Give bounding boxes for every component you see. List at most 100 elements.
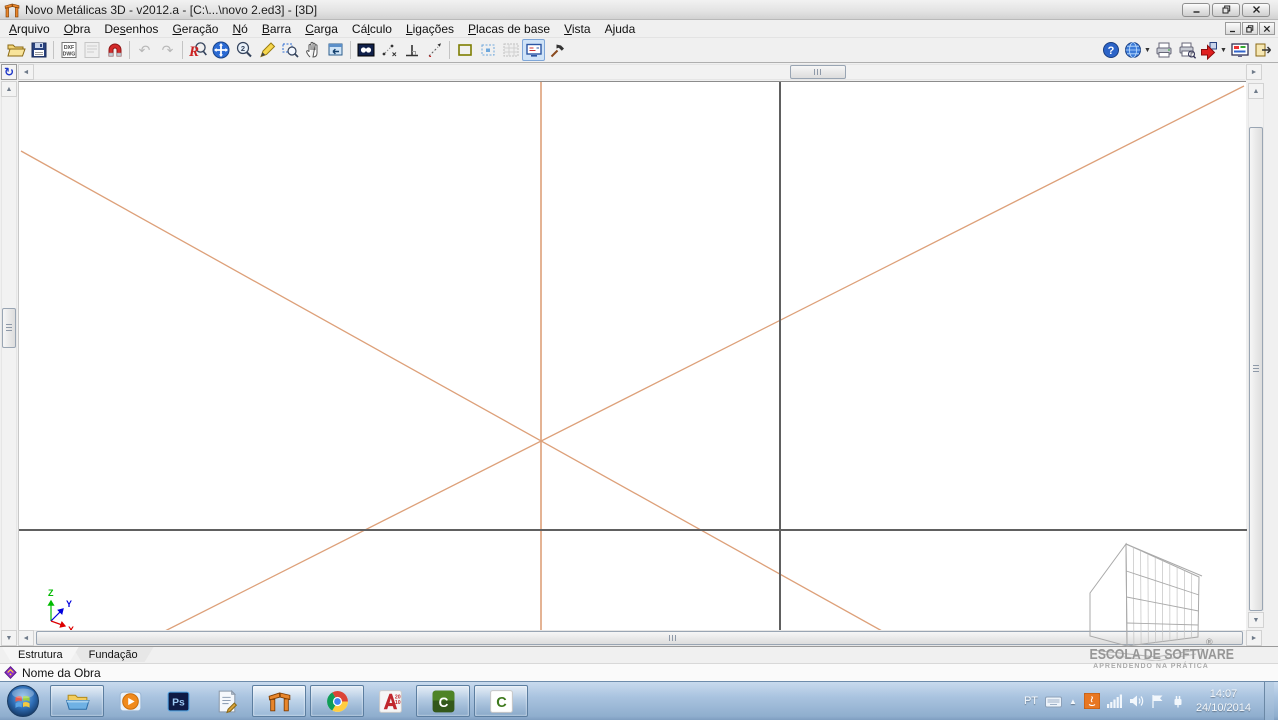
mdi-minimize-button[interactable] [1225, 22, 1241, 35]
perpendicular-tool-button[interactable] [400, 39, 423, 61]
vscroll-right-up-arrow[interactable]: ▲ [1248, 83, 1264, 99]
zoom-window-button[interactable] [278, 39, 301, 61]
export-image-button[interactable]: ▼ [1198, 39, 1228, 61]
toolbar-separator [350, 41, 351, 59]
vscroll-left-down-arrow[interactable]: ▼ [1, 630, 17, 646]
selection-options-button[interactable] [476, 39, 499, 61]
hscroll-top-left-arrow[interactable]: ◄ [18, 64, 34, 80]
menu-item-geracao[interactable]: Geração [165, 21, 225, 37]
tab-fundacao[interactable]: Fundação [73, 647, 154, 662]
start-button[interactable] [6, 684, 40, 718]
close-button[interactable] [1242, 3, 1270, 17]
hscroll-bottom-right-arrow[interactable]: ► [1246, 630, 1262, 646]
taskbar-windows-media-player[interactable] [108, 685, 152, 717]
mdi-close-button[interactable] [1259, 22, 1275, 35]
camtasia-recorder-icon: C [488, 688, 515, 715]
tab-estrutura[interactable]: Estrutura [2, 647, 79, 662]
previous-view-button[interactable] [324, 39, 347, 61]
menu-item-carga[interactable]: Carga [298, 21, 345, 37]
hscroll-bottom-thumb[interactable] [36, 631, 1243, 645]
screen-settings-button[interactable] [522, 39, 545, 61]
zoom-all-button[interactable] [209, 39, 232, 61]
action-center-flag-icon[interactable] [1151, 694, 1164, 708]
svg-text:DWG: DWG [62, 52, 75, 58]
power-plug-icon[interactable] [1171, 694, 1185, 708]
export-dxf-dwg-button[interactable] [80, 39, 103, 61]
hscroll-top-thumb[interactable] [790, 65, 846, 79]
undo-button[interactable]: ↶ [133, 39, 156, 61]
magnet-snap-button[interactable] [103, 39, 126, 61]
node-display-button[interactable] [377, 39, 400, 61]
volume-icon[interactable] [1129, 694, 1144, 708]
vscroll-right-thumb[interactable] [1249, 127, 1263, 611]
tools-options-button[interactable] [545, 39, 568, 61]
vscroll-left-up-arrow[interactable]: ▲ [1, 81, 17, 97]
menu-item-placas-de-base[interactable]: Placas de base [461, 21, 557, 37]
taskbar-windows-explorer[interactable] [50, 685, 104, 717]
selection-rectangle-button[interactable] [453, 39, 476, 61]
tab-label: Fundação [89, 649, 138, 661]
tools-options-icon [547, 40, 567, 60]
grid-display-button[interactable] [499, 39, 522, 61]
taskbar-photoshop[interactable]: Ps [156, 685, 200, 717]
guide-diagonal-line [165, 86, 1244, 631]
toolbar-separator [129, 41, 130, 59]
keyboard-icon[interactable] [1045, 695, 1062, 708]
hidden-icons-arrow[interactable]: ▲ [1069, 697, 1077, 706]
minimize-button[interactable] [1182, 3, 1210, 17]
network-signal-icon[interactable] [1107, 694, 1122, 708]
pan-hand-button[interactable] [301, 39, 324, 61]
edit-pencil-button[interactable] [255, 39, 278, 61]
drawing-canvas[interactable]: Z Y X [18, 81, 1246, 630]
hscroll-top-right-arrow[interactable]: ► [1246, 64, 1262, 80]
hscroll-bottom-left-arrow[interactable]: ◄ [18, 630, 34, 646]
menu-item-desenhos[interactable]: Desenhos [97, 21, 165, 37]
vscroll-right-down-arrow[interactable]: ▼ [1248, 612, 1264, 628]
taskbar-metalicas-3d[interactable] [252, 685, 306, 717]
zoom-window-icon [280, 40, 300, 60]
taskbar-notepad[interactable] [204, 685, 248, 717]
presentation-view-button[interactable] [1228, 39, 1251, 61]
import-dxf-dwg-button[interactable]: DXFDWG [57, 39, 80, 61]
vscroll-left-thumb[interactable] [2, 308, 16, 348]
print-button[interactable] [1152, 39, 1175, 61]
measure-tool-button[interactable] [423, 39, 446, 61]
menu-item-ajuda[interactable]: Ajuda [598, 21, 643, 37]
show-desktop-button[interactable] [1264, 682, 1274, 720]
web-globe-button[interactable]: ▼ [1122, 39, 1152, 61]
menu-item-calculo[interactable]: Cálculo [345, 21, 399, 37]
save-button[interactable] [27, 39, 50, 61]
import-dxf-dwg-icon: DXFDWG [59, 40, 79, 60]
open-file-button[interactable] [4, 39, 27, 61]
java-update-icon[interactable] [1084, 693, 1100, 709]
mdi-restore-button[interactable] [1242, 22, 1258, 35]
windows-explorer-icon [64, 688, 91, 715]
camtasia-studio-icon: C [430, 688, 457, 715]
taskbar-autocad-2010[interactable]: 2010 [368, 685, 412, 717]
help-button[interactable]: ? [1099, 39, 1122, 61]
taskbar-camtasia-recorder[interactable]: C [474, 685, 528, 717]
vscroll-left-track[interactable] [1, 97, 17, 630]
menu-item-ligacoes[interactable]: Ligações [399, 21, 461, 37]
search-window-button[interactable] [354, 39, 377, 61]
print-preview-button[interactable] [1175, 39, 1198, 61]
language-indicator[interactable]: PT [1024, 695, 1038, 707]
restore-button[interactable] [1212, 3, 1240, 17]
taskbar-camtasia-studio[interactable]: C [416, 685, 470, 717]
zoom-x2-button[interactable]: 2 [232, 39, 255, 61]
menu-item-vista[interactable]: Vista [557, 21, 597, 37]
zoom-x2-icon: 2 [234, 40, 254, 60]
menu-item-obra[interactable]: Obra [57, 21, 98, 37]
rotate-view-button[interactable]: ↻ [1, 64, 17, 80]
menu-item-arquivo[interactable]: Arquivo [2, 21, 57, 37]
redraw-button[interactable]: R [186, 39, 209, 61]
menu-item-no[interactable]: Nó [225, 21, 254, 37]
clock[interactable]: 14:07 24/10/2014 [1196, 687, 1251, 715]
taskbar-google-chrome[interactable] [310, 685, 364, 717]
redo-button[interactable]: ↷ [156, 39, 179, 61]
hscroll-top-track[interactable] [34, 64, 1245, 80]
autocad-2010-icon: 2010 [377, 688, 404, 715]
menu-item-barra[interactable]: Barra [255, 21, 298, 37]
exit-app-button[interactable] [1251, 39, 1274, 61]
export-dxf-dwg-icon [82, 40, 102, 60]
